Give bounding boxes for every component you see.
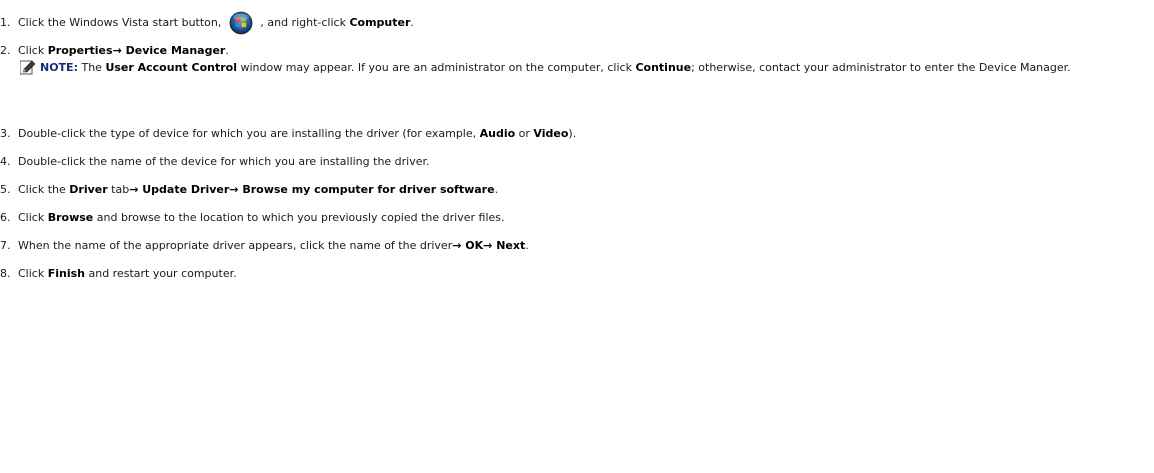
step-text: . [494, 183, 499, 196]
note-label: NOTE: [40, 61, 78, 74]
step-7: 7. When the name of the appropriate drive… [0, 239, 529, 253]
step-1: 1. Click the Windows Vista start button, … [0, 11, 414, 35]
ui-term: Browse my computer for driver software [238, 183, 495, 196]
ui-term: Audio [479, 127, 516, 140]
step-text: window may appear. If you are an adminis… [236, 61, 636, 74]
step-number: 1. [0, 16, 11, 29]
ui-term: Finish [47, 267, 85, 280]
step-text: Double-click the type of device for whic… [18, 127, 480, 140]
note-text: NOTE: The User Account Control window ma… [40, 61, 1140, 74]
ui-term: OK [461, 239, 484, 252]
step-4: 4. Double-click the name of the device fo… [0, 155, 430, 169]
step-3: 3. Double-click the type of device for wh… [0, 127, 576, 141]
arrow-icon: → [483, 239, 493, 252]
step-5: 5. Click the Driver tab→ Update Driver→ B… [0, 183, 498, 197]
step-text: or [515, 127, 534, 140]
pencil-note-icon [20, 60, 36, 75]
ui-term: Browse [47, 211, 94, 224]
step-text: tab [107, 183, 130, 196]
windows-start-button-icon [229, 11, 253, 35]
ui-term: Video [533, 127, 569, 140]
step-number: 2. [0, 44, 11, 57]
step-number: 6. [0, 211, 11, 224]
ui-term: User Account Control [105, 61, 237, 74]
ui-term: Continue [635, 61, 692, 74]
step-text: ; otherwise, contact your administrator … [691, 61, 1071, 74]
ui-term: Properties [47, 44, 113, 57]
ui-term: Next [492, 239, 526, 252]
step-text: Double-click the name of the device for … [18, 155, 430, 168]
step-text: Click [18, 44, 48, 57]
ui-term: Driver [69, 183, 108, 196]
step-number: 5. [0, 183, 11, 196]
ui-term: Update Driver [138, 183, 230, 196]
step-text: The [77, 61, 106, 74]
step-text: . [225, 44, 229, 57]
step-text: and browse to the location to which you … [93, 211, 505, 224]
step-text: and restart your computer. [84, 267, 237, 280]
step-6: 6. Click Browse and browse to the locatio… [0, 211, 505, 225]
step-text: Click [18, 267, 48, 280]
step-text: . [525, 239, 529, 252]
note-body: The User Account Control window may appe… [77, 61, 1071, 74]
ui-term: Computer [349, 16, 411, 29]
step-text: ). [568, 127, 577, 140]
ui-term: Device Manager [121, 44, 226, 57]
arrow-icon: → [229, 183, 239, 196]
step-number: 3. [0, 127, 11, 140]
step-2: 2. Click Properties→ Device Manager. [0, 44, 229, 58]
step-text: Click [18, 211, 48, 224]
step-text: Click the Windows Vista start button, [18, 16, 225, 29]
step-text: . [410, 16, 414, 29]
step-text: When the name of the appropriate driver … [18, 239, 453, 252]
step-text: Click the [18, 183, 70, 196]
step-number: 7. [0, 239, 11, 252]
step-8: 8. Click Finish and restart your computer… [0, 267, 237, 281]
step-text: , and right-click [256, 16, 350, 29]
step-number: 8. [0, 267, 11, 280]
step-number: 4. [0, 155, 11, 168]
arrow-icon: → [112, 44, 122, 57]
